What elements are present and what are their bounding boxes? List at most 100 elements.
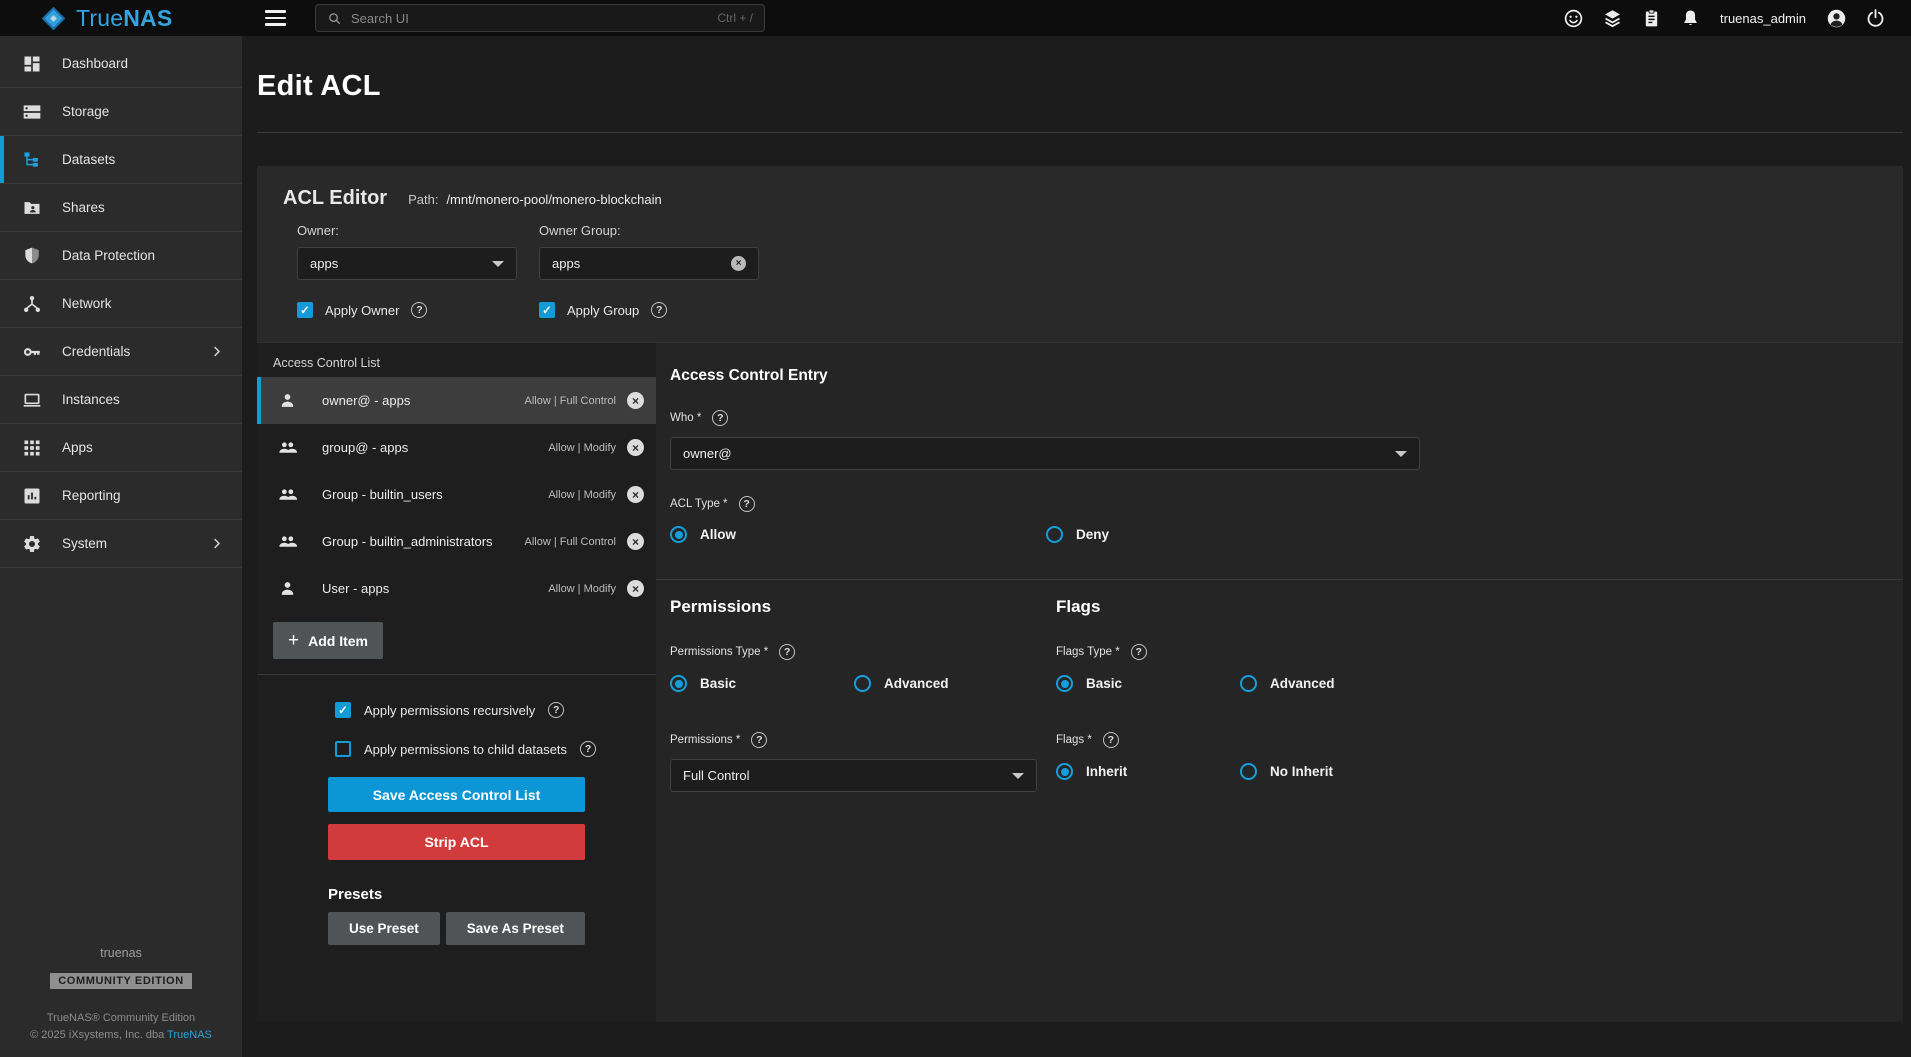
use-preset-button[interactable]: Use Preset <box>328 912 440 945</box>
dashboard-icon <box>22 54 42 74</box>
acl-list-heading: Access Control List <box>273 356 656 370</box>
remove-entry-icon[interactable]: × <box>627 533 644 550</box>
key-icon <box>22 342 42 362</box>
group-icon <box>278 532 297 551</box>
help-icon[interactable]: ? <box>1103 732 1119 748</box>
owner-group-input[interactable]: apps × <box>539 247 759 280</box>
acl-entry-row[interactable]: group@ - apps Allow | Modify × <box>257 424 656 471</box>
shield-icon <box>22 246 42 266</box>
recursive-label: Apply permissions recursively <box>364 703 535 718</box>
search-shortcut-hint: Ctrl + / <box>717 11 753 25</box>
global-search[interactable]: Ctrl + / <box>315 4 765 32</box>
sidebar-item-data-protection[interactable]: Data Protection <box>0 232 242 280</box>
apply-group-label: Apply Group <box>567 303 639 318</box>
save-as-preset-button[interactable]: Save As Preset <box>446 912 585 945</box>
acl-type-label: ACL Type * <box>670 498 728 510</box>
jobs-clipboard-icon[interactable] <box>1640 7 1662 29</box>
acl-type-deny-radio[interactable] <box>1046 526 1063 543</box>
gear-icon <box>22 534 42 554</box>
power-icon[interactable] <box>1864 7 1886 29</box>
help-icon[interactable]: ? <box>548 702 564 718</box>
help-icon[interactable]: ? <box>651 302 667 318</box>
presets-heading: Presets <box>328 886 656 903</box>
user-avatar-icon[interactable] <box>1825 7 1847 29</box>
help-icon[interactable]: ? <box>411 302 427 318</box>
permissions-type-advanced-radio[interactable] <box>854 675 871 692</box>
sidebar-item-credentials[interactable]: Credentials <box>0 328 242 376</box>
search-icon <box>327 11 342 26</box>
who-label: Who * <box>670 412 701 424</box>
flags-type-basic-radio[interactable] <box>1056 675 1073 692</box>
sidebar-item-reporting[interactable]: Reporting <box>0 472 242 520</box>
main-content: Edit ACL ACL Editor Path: /mnt/monero-po… <box>242 36 1911 1057</box>
sidebar-item-system[interactable]: System <box>0 520 242 568</box>
ixsystems-stack-icon[interactable] <box>1601 7 1623 29</box>
truenas-link[interactable]: TrueNAS <box>167 1029 212 1041</box>
remove-entry-icon[interactable]: × <box>627 439 644 456</box>
menu-toggle-button[interactable] <box>261 6 290 30</box>
clear-icon[interactable]: × <box>731 256 746 271</box>
network-icon <box>22 294 42 314</box>
ace-heading: Access Control Entry <box>670 367 1903 385</box>
help-icon[interactable]: ? <box>739 496 755 512</box>
search-input[interactable] <box>351 11 708 26</box>
sidebar-item-shares[interactable]: Shares <box>0 184 242 232</box>
help-icon[interactable]: ? <box>1131 644 1147 660</box>
sidebar-item-instances[interactable]: Instances <box>0 376 242 424</box>
flags-type-advanced-radio[interactable] <box>1240 675 1257 692</box>
acl-editor-heading: ACL Editor <box>283 187 387 210</box>
save-acl-button[interactable]: Save Access Control List <box>328 777 585 812</box>
permissions-select[interactable]: Full Control <box>670 759 1037 792</box>
permissions-label: Permissions * <box>670 734 740 746</box>
flags-heading: Flags <box>1056 597 1442 617</box>
alerts-bell-icon[interactable] <box>1679 7 1701 29</box>
help-icon[interactable]: ? <box>751 732 767 748</box>
acl-editor-header: ACL Editor Path: /mnt/monero-pool/monero… <box>257 166 1903 343</box>
feedback-smiley-icon[interactable] <box>1562 7 1584 29</box>
sidebar-item-datasets[interactable]: Datasets <box>0 136 242 184</box>
apply-group-checkbox[interactable]: ✓ <box>539 302 555 318</box>
truenas-logo-icon <box>40 5 67 32</box>
access-control-list-panel: Access Control List owner@ - apps Allow … <box>257 343 656 1022</box>
remove-entry-icon[interactable]: × <box>627 580 644 597</box>
sidebar-item-dashboard[interactable]: Dashboard <box>0 40 242 88</box>
apply-owner-checkbox[interactable]: ✓ <box>297 302 313 318</box>
remove-entry-icon[interactable]: × <box>627 392 644 409</box>
recursive-checkbox[interactable]: ✓ <box>335 702 351 718</box>
acl-type-allow-radio[interactable] <box>670 526 687 543</box>
list-divider <box>257 674 656 675</box>
flags-no-inherit-radio[interactable] <box>1240 763 1257 780</box>
remove-entry-icon[interactable]: × <box>627 486 644 503</box>
child-datasets-checkbox[interactable] <box>335 741 351 757</box>
help-icon[interactable]: ? <box>712 410 728 426</box>
sidebar-item-network[interactable]: Network <box>0 280 242 328</box>
user-icon <box>278 579 297 598</box>
sidebar: Dashboard Storage Datasets Shares Data P… <box>0 36 242 1057</box>
flags-inherit-radio[interactable] <box>1056 763 1073 780</box>
who-select[interactable]: owner@ <box>670 437 1420 470</box>
truenas-brand[interactable]: TrueNAS <box>0 5 242 32</box>
permissions-type-basic-radio[interactable] <box>670 675 687 692</box>
dropdown-caret-icon <box>1395 451 1407 457</box>
permissions-heading: Permissions <box>670 597 1056 617</box>
dropdown-caret-icon <box>492 261 504 267</box>
access-control-entry-panel: Access Control Entry Who * ? owner@ ACL … <box>656 343 1903 1022</box>
add-item-button[interactable]: + Add Item <box>273 622 383 659</box>
owner-label: Owner: <box>297 223 517 238</box>
strip-acl-button[interactable]: Strip ACL <box>328 824 585 860</box>
help-icon[interactable]: ? <box>779 644 795 660</box>
acl-entry-row[interactable]: User - apps Allow | Modify × <box>257 565 656 612</box>
path-value: /mnt/monero-pool/monero-blockchain <box>446 192 661 207</box>
sidebar-item-storage[interactable]: Storage <box>0 88 242 136</box>
brand-text: TrueNAS <box>76 5 172 32</box>
owner-select[interactable]: apps <box>297 247 517 280</box>
acl-entry-row[interactable]: owner@ - apps Allow | Full Control × <box>257 377 656 424</box>
username-label: truenas_admin <box>1720 11 1806 26</box>
acl-entry-row[interactable]: Group - builtin_users Allow | Modify × <box>257 471 656 518</box>
edition-badge: COMMUNITY EDITION <box>50 973 192 989</box>
acl-entry-row[interactable]: Group - builtin_administrators Allow | F… <box>257 518 656 565</box>
help-icon[interactable]: ? <box>580 741 596 757</box>
sidebar-item-apps[interactable]: Apps <box>0 424 242 472</box>
panel-divider <box>656 579 1903 580</box>
datasets-tree-icon <box>22 150 42 170</box>
